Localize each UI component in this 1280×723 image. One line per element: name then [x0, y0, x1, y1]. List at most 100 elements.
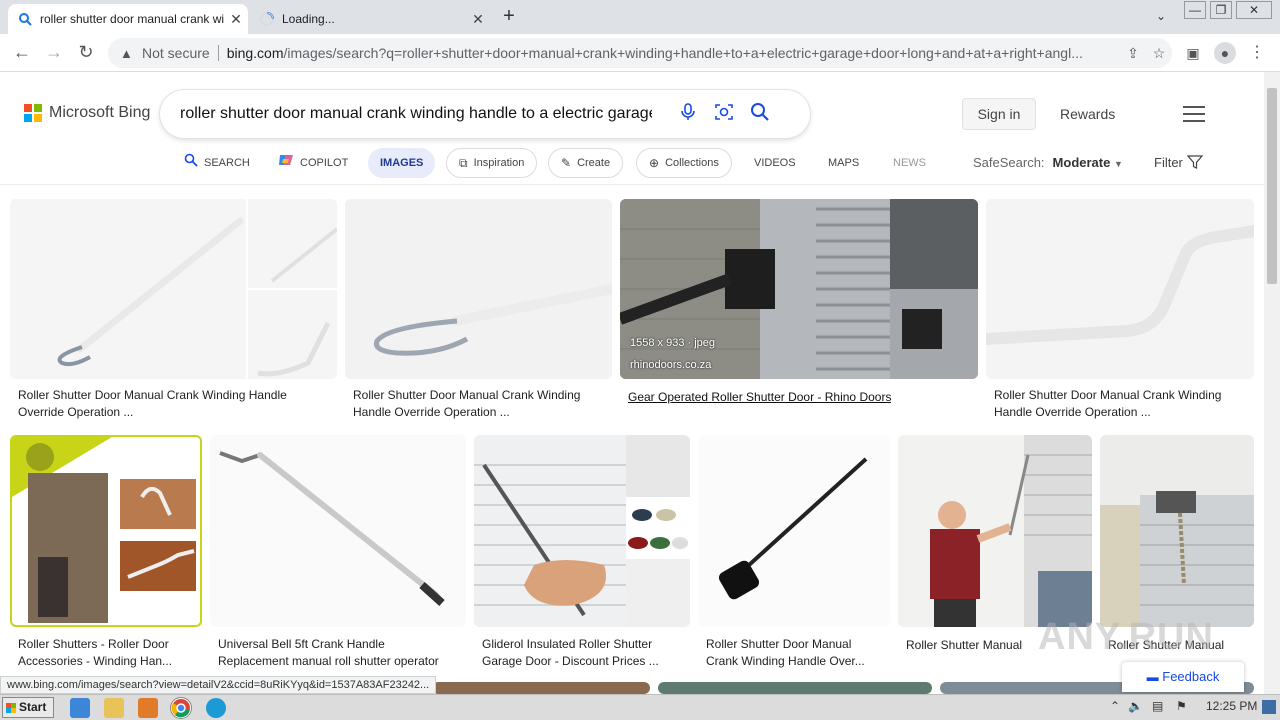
image-result[interactable]: Roller Shutter Door Manual Crank Winding…	[986, 199, 1254, 419]
browser-toolbar: ← → ↻ ▲ Not secure bing.com/images/searc…	[0, 34, 1280, 72]
search-input[interactable]: roller shutter door manual crank winding…	[180, 105, 652, 123]
edge-icon[interactable]	[206, 698, 226, 718]
image-result[interactable]: Roller Shutters - Roller Door Accessorie…	[10, 435, 202, 675]
bing-logo[interactable]: Microsoft Bing	[24, 104, 150, 122]
media-player-icon[interactable]	[138, 698, 158, 718]
close-tab-icon[interactable]: ✕	[224, 11, 248, 28]
result-caption[interactable]: Replacement manual roll shutter operator	[218, 653, 439, 670]
filter-button[interactable]: Filter	[1154, 155, 1203, 170]
visual-search-camera-icon[interactable]	[706, 103, 742, 126]
result-thumbnail[interactable]: 1558 x 933 · jpeg rhinodoors.co.za	[620, 199, 978, 379]
result-caption[interactable]: Garage Door - Discount Prices ...	[482, 653, 659, 670]
result-thumbnail[interactable]	[698, 435, 890, 627]
reload-button[interactable]: ↻	[74, 41, 98, 65]
result-thumbnail[interactable]	[210, 435, 466, 627]
minimize-button[interactable]: —	[1184, 1, 1206, 19]
result-caption[interactable]: Roller Shutter Manual	[906, 637, 1022, 654]
side-panel-icon[interactable]: ▣	[1182, 42, 1204, 64]
bookmark-star-icon[interactable]: ☆	[1146, 45, 1172, 62]
result-caption[interactable]: Roller Shutter Door Manual Crank Winding…	[18, 387, 287, 404]
tab-search-dropdown-icon[interactable]: ⌄	[1150, 8, 1172, 26]
warning-icon[interactable]: ▲	[120, 46, 136, 61]
nav-maps[interactable]: MAPS	[828, 148, 859, 178]
share-icon[interactable]: ⇪	[1120, 45, 1146, 62]
result-thumbnail[interactable]	[474, 435, 690, 627]
image-result[interactable]: Roller Shutter Door Manual Crank Winding…	[10, 199, 337, 419]
filter-label: Filter	[1154, 155, 1183, 170]
result-caption[interactable]: Roller Shutter Door Manual	[706, 636, 851, 653]
result-caption[interactable]: Handle Override Operation ...	[353, 404, 510, 421]
nav-images[interactable]: IMAGES	[368, 148, 436, 178]
result-thumbnail[interactable]	[345, 199, 612, 379]
nav-inspiration[interactable]: ⧉ Inspiration	[446, 148, 538, 178]
result-thumbnail[interactable]	[432, 682, 650, 694]
network-icon[interactable]: ▤	[1152, 699, 1163, 713]
volume-icon[interactable]: 🔈	[1128, 699, 1143, 713]
image-result[interactable]: Universal Bell 5ft Crank Handle Replacem…	[210, 435, 466, 675]
nav-news[interactable]: NEWS	[893, 148, 926, 178]
restore-button[interactable]: ❐	[1210, 1, 1232, 19]
search-box[interactable]: roller shutter door manual crank winding…	[160, 90, 810, 138]
result-caption[interactable]: Gear Operated Roller Shutter Door - Rhin…	[628, 389, 891, 406]
nav-collections[interactable]: ⊕ Collections	[636, 148, 732, 178]
nav-videos[interactable]: VIDEOS	[754, 148, 796, 178]
start-button[interactable]: Start	[2, 697, 54, 718]
menu-kebab-icon[interactable]: ⋮	[1246, 42, 1268, 64]
search-submit-icon[interactable]	[742, 102, 778, 127]
address-bar[interactable]: ▲ Not secure bing.com/images/search?q=ro…	[108, 38, 1172, 68]
rewards-link[interactable]: Rewards	[1060, 106, 1115, 122]
back-button[interactable]: ←	[10, 41, 34, 65]
image-result[interactable]: Gliderol Insulated Roller Shutter Garage…	[474, 435, 690, 675]
hamburger-menu-icon[interactable]	[1183, 106, 1205, 122]
chrome-icon[interactable]	[170, 697, 192, 719]
result-caption[interactable]: Gliderol Insulated Roller Shutter	[482, 636, 652, 653]
image-result[interactable]: Roller Shutter Door Manual Crank Winding…	[345, 199, 612, 419]
file-explorer-icon[interactable]	[104, 698, 124, 718]
profile-avatar-icon[interactable]: ●	[1214, 42, 1236, 64]
result-caption[interactable]: Handle Override Operation ...	[994, 404, 1151, 421]
forward-button[interactable]: →	[42, 41, 66, 65]
result-caption[interactable]: Override Operation ...	[18, 404, 133, 421]
logo-square	[24, 104, 32, 112]
tab-loading[interactable]: Loading... ✕	[250, 4, 490, 34]
show-desktop-icon[interactable]	[1262, 700, 1276, 714]
feedback-label: Feedback	[1162, 669, 1220, 684]
page-scrollbar[interactable]	[1264, 72, 1280, 694]
new-tab-button[interactable]: +	[498, 6, 520, 28]
result-thumbnail[interactable]	[10, 199, 337, 379]
result-thumbnail[interactable]	[898, 435, 1092, 627]
image-result[interactable]: Roller Shutter Door Manual Crank Winding…	[698, 435, 890, 675]
tab-bing-images[interactable]: roller shutter door manual crank winding…	[8, 4, 248, 34]
internet-explorer-icon[interactable]	[70, 698, 90, 718]
nav-search[interactable]: SEARCH	[184, 148, 250, 178]
image-result[interactable]	[432, 682, 650, 694]
nav-create[interactable]: ✎ Create	[548, 148, 624, 178]
security-label[interactable]: Not secure	[142, 45, 210, 61]
result-thumbnail[interactable]	[986, 199, 1254, 379]
result-caption[interactable]: Roller Shutters - Roller Door	[18, 636, 169, 653]
action-center-flag-icon[interactable]: ⚑	[1176, 699, 1187, 713]
result-caption[interactable]: Universal Bell 5ft Crank Handle	[218, 636, 385, 653]
result-thumbnail[interactable]	[10, 435, 202, 627]
nav-copilot[interactable]: COPILOT	[278, 148, 348, 178]
close-tab-icon[interactable]: ✕	[466, 11, 490, 28]
result-caption[interactable]: Roller Shutter Door Manual Crank Winding	[994, 387, 1221, 404]
image-result[interactable]: 1558 x 933 · jpeg rhinodoors.co.za Gear …	[620, 199, 978, 419]
nav-images-label: IMAGES	[380, 157, 424, 169]
feedback-button[interactable]: ▬ Feedback	[1122, 662, 1244, 692]
sign-in-button[interactable]: Sign in	[962, 98, 1036, 130]
clock[interactable]: 12:25 PM	[1206, 699, 1257, 713]
result-caption[interactable]: Accessories - Winding Han...	[18, 653, 172, 670]
image-result[interactable]	[658, 682, 932, 694]
result-caption[interactable]: Crank Winding Handle Over...	[706, 653, 865, 670]
safesearch-dropdown[interactable]: SafeSearch: Moderate ▼	[973, 155, 1123, 170]
result-thumbnail[interactable]	[658, 682, 932, 694]
close-window-button[interactable]: ✕	[1236, 1, 1272, 19]
result-caption[interactable]: Roller Shutter Door Manual Crank Winding	[353, 387, 580, 404]
scrollbar-thumb[interactable]	[1267, 88, 1277, 284]
url-text[interactable]: bing.com/images/search?q=roller+shutter+…	[227, 45, 1120, 61]
brand-name: Microsoft Bing	[49, 104, 151, 121]
tray-expand-icon[interactable]: ⌃	[1110, 699, 1120, 713]
result-thumbnail[interactable]	[1100, 435, 1254, 627]
microphone-icon[interactable]	[670, 102, 706, 126]
